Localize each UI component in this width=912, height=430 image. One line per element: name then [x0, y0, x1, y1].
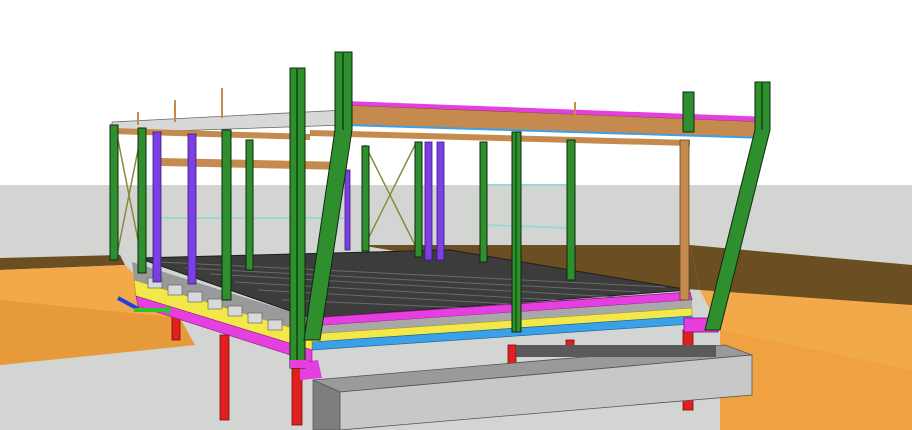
support-post [507, 344, 517, 366]
purple-column [436, 141, 445, 261]
steel-column [566, 139, 576, 281]
steel-column [479, 141, 488, 263]
steel-column [137, 127, 147, 274]
timber-post [679, 139, 690, 301]
concrete-beam-shadow [516, 345, 716, 357]
model-scene[interactable] [0, 0, 912, 430]
purple-column [424, 141, 433, 261]
purple-column [152, 131, 162, 283]
steel-column [361, 145, 370, 252]
steel-column [109, 124, 119, 261]
steel-column [221, 129, 232, 301]
steel-column [414, 141, 423, 258]
purple-column [187, 133, 197, 285]
steel-column [682, 91, 695, 133]
3d-viewport[interactable] [0, 0, 912, 430]
purple-column [344, 169, 351, 251]
steel-column [245, 139, 254, 271]
support-post [219, 334, 230, 421]
column-base [290, 360, 306, 368]
